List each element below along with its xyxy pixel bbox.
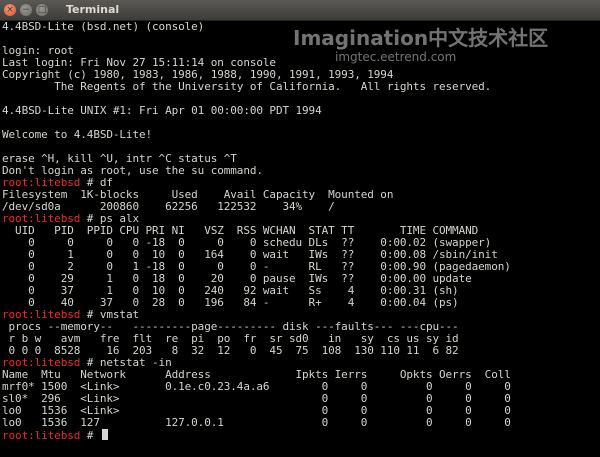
close-icon[interactable]: ×: [4, 4, 16, 16]
terminal-output[interactable]: 4.4BSD-Lite (bsd.net) (console) login: ro…: [0, 21, 600, 457]
minimize-icon[interactable]: −: [20, 4, 32, 16]
output-line: Welcome to 4.4BSD-Lite!: [2, 128, 153, 141]
watermark-title: Imagination中文技术社区: [293, 26, 549, 50]
shell-prompt: root:litebsd: [2, 429, 81, 442]
watermark: Imagination中文技术社区 imgtec.eetrend.com: [293, 22, 593, 64]
output-line: 4.4BSD-Lite UNIX #1: Fri Apr 01 00:00:00…: [2, 104, 322, 117]
window-title: Terminal: [66, 3, 120, 16]
text-cursor: [101, 429, 108, 440]
title-bar[interactable]: × − □ Terminal: [0, 0, 600, 21]
watermark-url: imgtec.eetrend.com: [335, 50, 457, 64]
output-line: lo0 1536 127 127.0.0.1 0 0 0 0 0: [2, 416, 511, 429]
shell-command: #: [80, 429, 100, 442]
terminal-window: × − □ Terminal 4.4BSD-Lite (bsd.net) (co…: [0, 0, 600, 457]
prompt-line: root:litebsd #: [2, 429, 108, 442]
output-line: The Regents of the University of Califor…: [2, 80, 492, 93]
maximize-icon[interactable]: □: [36, 4, 48, 16]
output-line: 4.4BSD-Lite (bsd.net) (console): [2, 21, 205, 33]
